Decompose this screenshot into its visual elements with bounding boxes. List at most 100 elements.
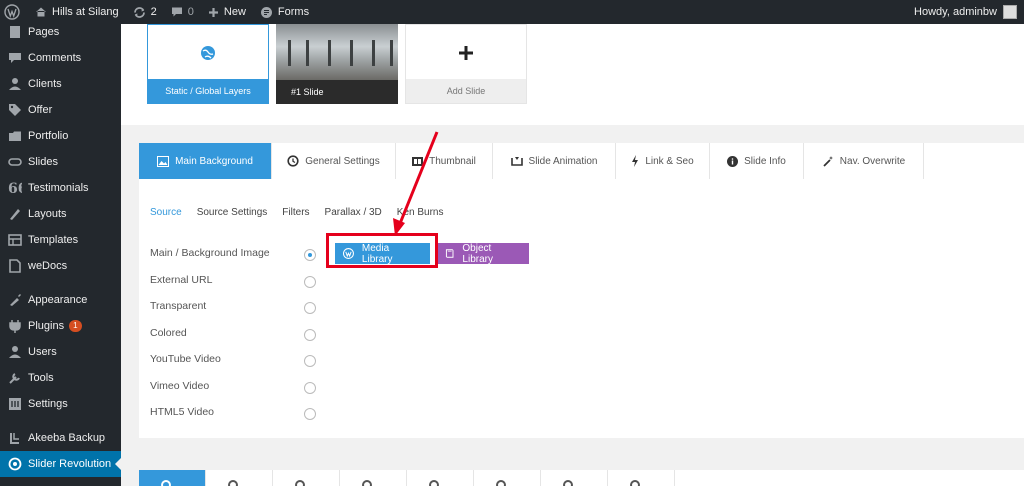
subtab-ken-burns[interactable]: Ken Burns	[397, 207, 444, 218]
sidebar-item-testimonials[interactable]: 66 Testimonials	[0, 175, 121, 201]
sidebar-item-plugins[interactable]: Plugins 1	[0, 313, 121, 339]
tab-slide-info[interactable]: Slide Info	[710, 143, 804, 179]
radio-vimeo-video[interactable]	[304, 382, 316, 394]
radio-youtube-video[interactable]	[304, 355, 316, 367]
bottom-tab-7[interactable]	[541, 470, 608, 486]
tab-main-background[interactable]: Main Background	[139, 143, 272, 179]
settings-icon	[8, 397, 22, 411]
annotation-highlight-box	[326, 233, 438, 268]
new-content-link[interactable]: New	[201, 0, 253, 24]
sidebar-item-pages[interactable]: Pages	[0, 19, 121, 45]
source-option-youtube-video: YouTube Video	[150, 353, 221, 365]
tab-icon	[295, 480, 305, 486]
radio-main-background-image[interactable]	[304, 249, 316, 261]
bolt-icon	[632, 155, 639, 167]
sidebar-item-akeeba-backup[interactable]: Akeeba Backup	[0, 425, 121, 451]
sidebar-item-label: Akeeba Backup	[28, 432, 106, 444]
sidebar-item-label: Templates	[28, 234, 79, 246]
slides-strip: Static / Global Layers #1 Slide Add Slid…	[121, 24, 1024, 125]
sidebar-item-comments[interactable]: Comments	[0, 45, 121, 71]
sidebar-item-label: Pages	[28, 26, 60, 38]
source-option-main-background-image: Main / Background Image	[150, 247, 270, 259]
add-slide-button[interactable]: Add Slide	[405, 24, 527, 104]
users-icon	[8, 345, 22, 359]
my-account-link[interactable]: Howdy, adminbw	[907, 0, 1024, 24]
bottom-tab-6[interactable]	[474, 470, 541, 486]
plus-icon	[208, 7, 218, 17]
comments-link[interactable]: 0	[164, 0, 201, 24]
slide-1[interactable]: #1 Slide	[276, 24, 398, 104]
menu-separator	[0, 417, 121, 425]
bottom-tab-3[interactable]	[273, 470, 340, 486]
tab-icon	[362, 480, 372, 486]
new-label: New	[223, 6, 246, 18]
akeeba-icon	[8, 431, 22, 445]
updates-link[interactable]: 2	[126, 0, 164, 24]
sidebar-item-tools[interactable]: Tools	[0, 365, 121, 391]
tools-icon	[8, 371, 22, 385]
settings-tabs: Main Background General Settings Thumbna…	[139, 143, 924, 179]
radio-html5-video[interactable]	[304, 408, 316, 420]
clients-icon	[8, 77, 22, 91]
main-content: Static / Global Layers #1 Slide Add Slid…	[121, 24, 1024, 486]
subtab-source-settings[interactable]: Source Settings	[197, 207, 268, 218]
radio-transparent[interactable]	[304, 302, 316, 314]
sidebar-item-slider-revolution[interactable]: Slider Revolution	[0, 451, 121, 477]
tab-thumbnail[interactable]: Thumbnail	[396, 143, 493, 179]
bottom-tab-5[interactable]	[407, 470, 474, 486]
admin-bar: Hills at Silang 2 0 New Forms Howdy, adm…	[0, 0, 1024, 24]
sidebar-item-layouts[interactable]: Layouts	[0, 201, 121, 227]
testimonials-icon: 66	[8, 181, 22, 195]
bottom-tab-4[interactable]	[340, 470, 407, 486]
book-icon	[445, 249, 454, 258]
tab-slide-animation[interactable]: Slide Animation	[493, 143, 616, 179]
appearance-icon	[8, 293, 22, 307]
sidebar-item-slides[interactable]: Slides	[0, 149, 121, 175]
sidebar-item-settings[interactable]: Settings	[0, 391, 121, 417]
sidebar-item-clients[interactable]: Clients	[0, 71, 121, 97]
subtab-source[interactable]: Source	[150, 207, 182, 218]
sidebar-item-label: Clients	[28, 78, 62, 90]
howdy-text: Howdy, adminbw	[914, 6, 997, 18]
wedocs-icon	[8, 259, 22, 273]
sidebar-item-offer[interactable]: Offer	[0, 97, 121, 123]
tab-general-settings[interactable]: General Settings	[272, 143, 396, 179]
sidebar-item-label: Slider Revolution	[28, 458, 112, 470]
offer-icon	[8, 103, 22, 117]
subtab-parallax-3d[interactable]: Parallax / 3D	[325, 207, 382, 218]
sidebar-item-label: weDocs	[28, 260, 68, 272]
svg-text:66: 66	[8, 181, 22, 195]
sidebar-item-wedocs[interactable]: weDocs	[0, 253, 121, 279]
sidebar-item-templates[interactable]: Templates	[0, 227, 121, 253]
bottom-tab-1[interactable]	[139, 470, 206, 486]
sidebar-item-label: Testimonials	[28, 182, 89, 194]
radio-external-url[interactable]	[304, 276, 316, 288]
menu-separator	[0, 279, 121, 287]
sidebar-item-label: Slides	[28, 156, 58, 168]
tab-icon	[429, 480, 439, 486]
bottom-tab-8[interactable]	[608, 470, 675, 486]
home-icon	[36, 7, 46, 17]
forms-link[interactable]: Forms	[253, 0, 316, 24]
sidebar-item-label: Plugins	[28, 320, 65, 332]
tab-link-seo[interactable]: Link & Seo	[616, 143, 710, 179]
subtab-filters[interactable]: Filters	[282, 207, 309, 218]
sidebar-item-label: Appearance	[28, 294, 88, 306]
plus-icon	[459, 46, 473, 60]
sidebar-item-users[interactable]: Users	[0, 339, 121, 365]
sidebar-item-appearance[interactable]: Appearance	[0, 287, 121, 313]
plugins-update-badge: 1	[69, 320, 82, 332]
radio-colored[interactable]	[304, 329, 316, 341]
slider-revolution-icon	[8, 457, 22, 471]
image-icon	[157, 155, 170, 167]
object-library-button[interactable]: Object Library	[437, 243, 529, 265]
slide-static-label: Static / Global Layers	[148, 79, 268, 103]
history-icon	[287, 155, 299, 167]
add-slide-label: Add Slide	[406, 79, 526, 103]
tab-nav-overwrite[interactable]: Nav. Overwrite	[804, 143, 924, 179]
source-option-vimeo-video: Vimeo Video	[150, 380, 210, 392]
slide-static-global-layers[interactable]: Static / Global Layers	[147, 24, 269, 104]
bottom-tab-2[interactable]	[206, 470, 273, 486]
plugins-icon	[8, 319, 22, 333]
sidebar-item-portfolio[interactable]: Portfolio	[0, 123, 121, 149]
